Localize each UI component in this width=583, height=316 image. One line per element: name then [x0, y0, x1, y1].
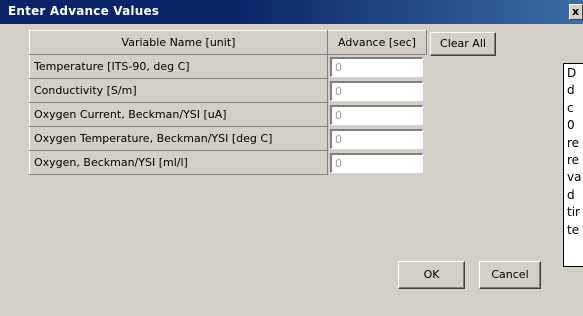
advance-cell [328, 127, 427, 151]
tooltip-line: re [567, 135, 580, 150]
table-row: Oxygen, Beckman/YSI [ml/l] [29, 150, 427, 175]
variable-name-cell: Oxygen Temperature, Beckman/YSI [deg C] [29, 126, 328, 151]
clear-all-button[interactable]: Clear All [430, 32, 496, 56]
advance-input[interactable] [330, 56, 423, 77]
title-bar: Enter Advance Values [0, 0, 583, 24]
advance-cell [328, 55, 427, 79]
variable-name-cell: Conductivity [S/m] [29, 78, 328, 103]
tooltip-line: te [567, 222, 580, 237]
table-row: Oxygen Temperature, Beckman/YSI [deg C] [29, 126, 427, 151]
advance-values-grid: Variable Name [unit] Advance [sec] Tempe… [29, 30, 427, 175]
header-variable-name[interactable]: Variable Name [unit] [29, 30, 328, 55]
table-row: Conductivity [S/m] [29, 78, 427, 103]
variable-name-cell: Temperature [ITS-90, deg C] [29, 54, 328, 79]
advance-input[interactable] [330, 152, 423, 173]
cancel-button[interactable]: Cancel [479, 261, 541, 289]
help-tooltip: D d c 0 re re va d tir te [563, 63, 583, 267]
variable-name-cell: Oxygen, Beckman/YSI [ml/l] [29, 150, 328, 175]
table-row: Oxygen Current, Beckman/YSI [uA] [29, 102, 427, 127]
ok-button[interactable]: OK [398, 261, 465, 289]
advance-input[interactable] [330, 128, 423, 149]
window-title: Enter Advance Values [8, 4, 160, 18]
tooltip-line: d [567, 83, 575, 98]
close-button[interactable]: x [569, 4, 583, 20]
close-icon: x [572, 5, 580, 18]
advance-input[interactable] [330, 104, 423, 125]
tooltip-line: re [567, 152, 580, 167]
tooltip-line: c [567, 100, 574, 115]
table-row: Temperature [ITS-90, deg C] [29, 54, 427, 79]
tooltip-line: D [567, 66, 577, 80]
advance-cell [328, 151, 427, 175]
tooltip-line: va [567, 170, 582, 185]
grid-header-row: Variable Name [unit] Advance [sec] [29, 30, 427, 55]
tooltip-line: d [567, 187, 575, 202]
tooltip-line: tir [567, 205, 580, 220]
tooltip-line: 0 [567, 118, 575, 133]
advance-input[interactable] [330, 80, 423, 101]
header-advance[interactable]: Advance [sec] [327, 30, 427, 55]
variable-name-cell: Oxygen Current, Beckman/YSI [uA] [29, 102, 328, 127]
advance-cell [328, 79, 427, 103]
advance-cell [328, 103, 427, 127]
